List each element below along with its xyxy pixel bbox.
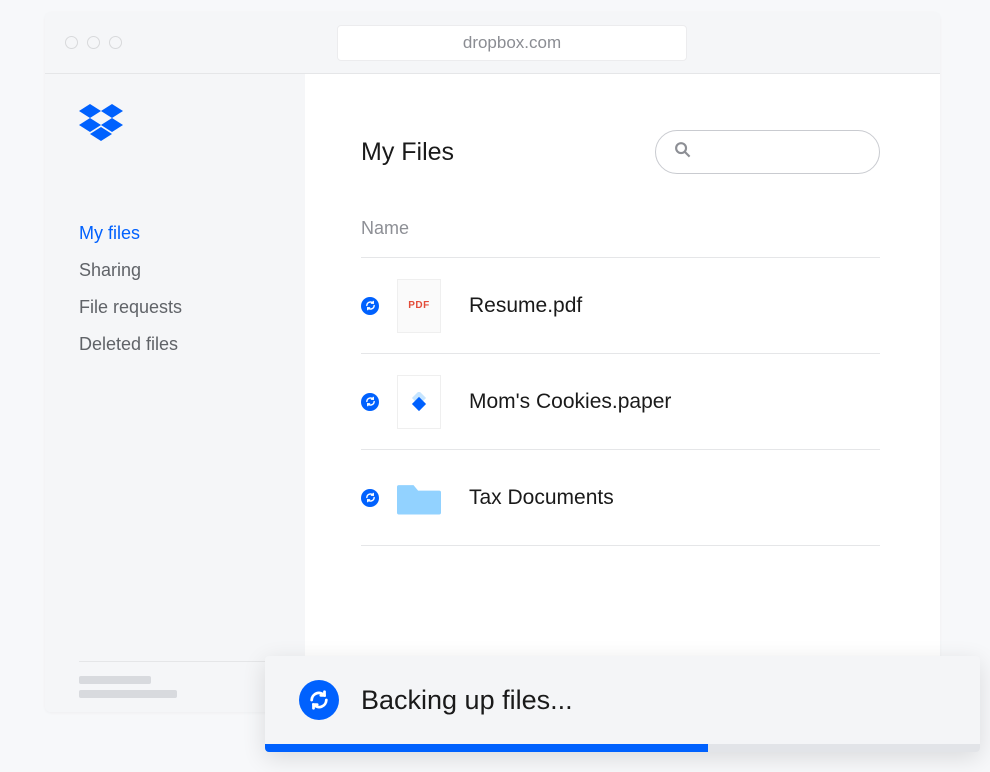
column-header-name: Name xyxy=(361,218,880,258)
window-controls xyxy=(65,36,122,49)
file-name: Mom's Cookies.paper xyxy=(469,390,671,414)
toast-message: Backing up files... xyxy=(361,685,573,716)
search-icon xyxy=(674,141,691,163)
file-row[interactable]: Tax Documents xyxy=(361,450,880,546)
progress-bar xyxy=(265,744,980,752)
file-name: Tax Documents xyxy=(469,486,614,510)
sidebar-item-sharing[interactable]: Sharing xyxy=(79,260,305,281)
file-name: Resume.pdf xyxy=(469,294,582,318)
progress-fill xyxy=(265,744,708,752)
sync-icon xyxy=(361,489,379,507)
main-header: My Files xyxy=(361,130,880,174)
search-input[interactable] xyxy=(655,130,880,174)
sidebar-item-my-files[interactable]: My files xyxy=(79,223,305,244)
file-row[interactable]: Mom's Cookies.paper xyxy=(361,354,880,450)
minimize-window-icon[interactable] xyxy=(87,36,100,49)
app-body: My files Sharing File requests Deleted f… xyxy=(45,74,940,712)
sidebar-item-deleted-files[interactable]: Deleted files xyxy=(79,334,305,355)
sync-icon xyxy=(361,393,379,411)
main-content: My Files Name xyxy=(305,74,940,712)
sync-icon xyxy=(299,680,339,720)
url-text: dropbox.com xyxy=(463,33,561,53)
sidebar: My files Sharing File requests Deleted f… xyxy=(45,74,305,712)
paper-file-icon xyxy=(397,375,441,429)
page-title: My Files xyxy=(361,138,454,167)
sync-icon xyxy=(361,297,379,315)
pdf-file-icon: PDF xyxy=(397,279,441,333)
browser-titlebar: dropbox.com xyxy=(45,12,940,74)
account-info-placeholder xyxy=(79,676,177,698)
dropbox-logo-icon[interactable] xyxy=(79,104,305,147)
backup-toast: Backing up files... xyxy=(265,656,980,752)
url-bar[interactable]: dropbox.com xyxy=(337,25,687,61)
sidebar-item-file-requests[interactable]: File requests xyxy=(79,297,305,318)
close-window-icon[interactable] xyxy=(65,36,78,49)
folder-icon xyxy=(397,471,441,525)
maximize-window-icon[interactable] xyxy=(109,36,122,49)
browser-window: dropbox.com My files Sharing File reques… xyxy=(45,12,940,712)
file-row[interactable]: PDF Resume.pdf xyxy=(361,258,880,354)
